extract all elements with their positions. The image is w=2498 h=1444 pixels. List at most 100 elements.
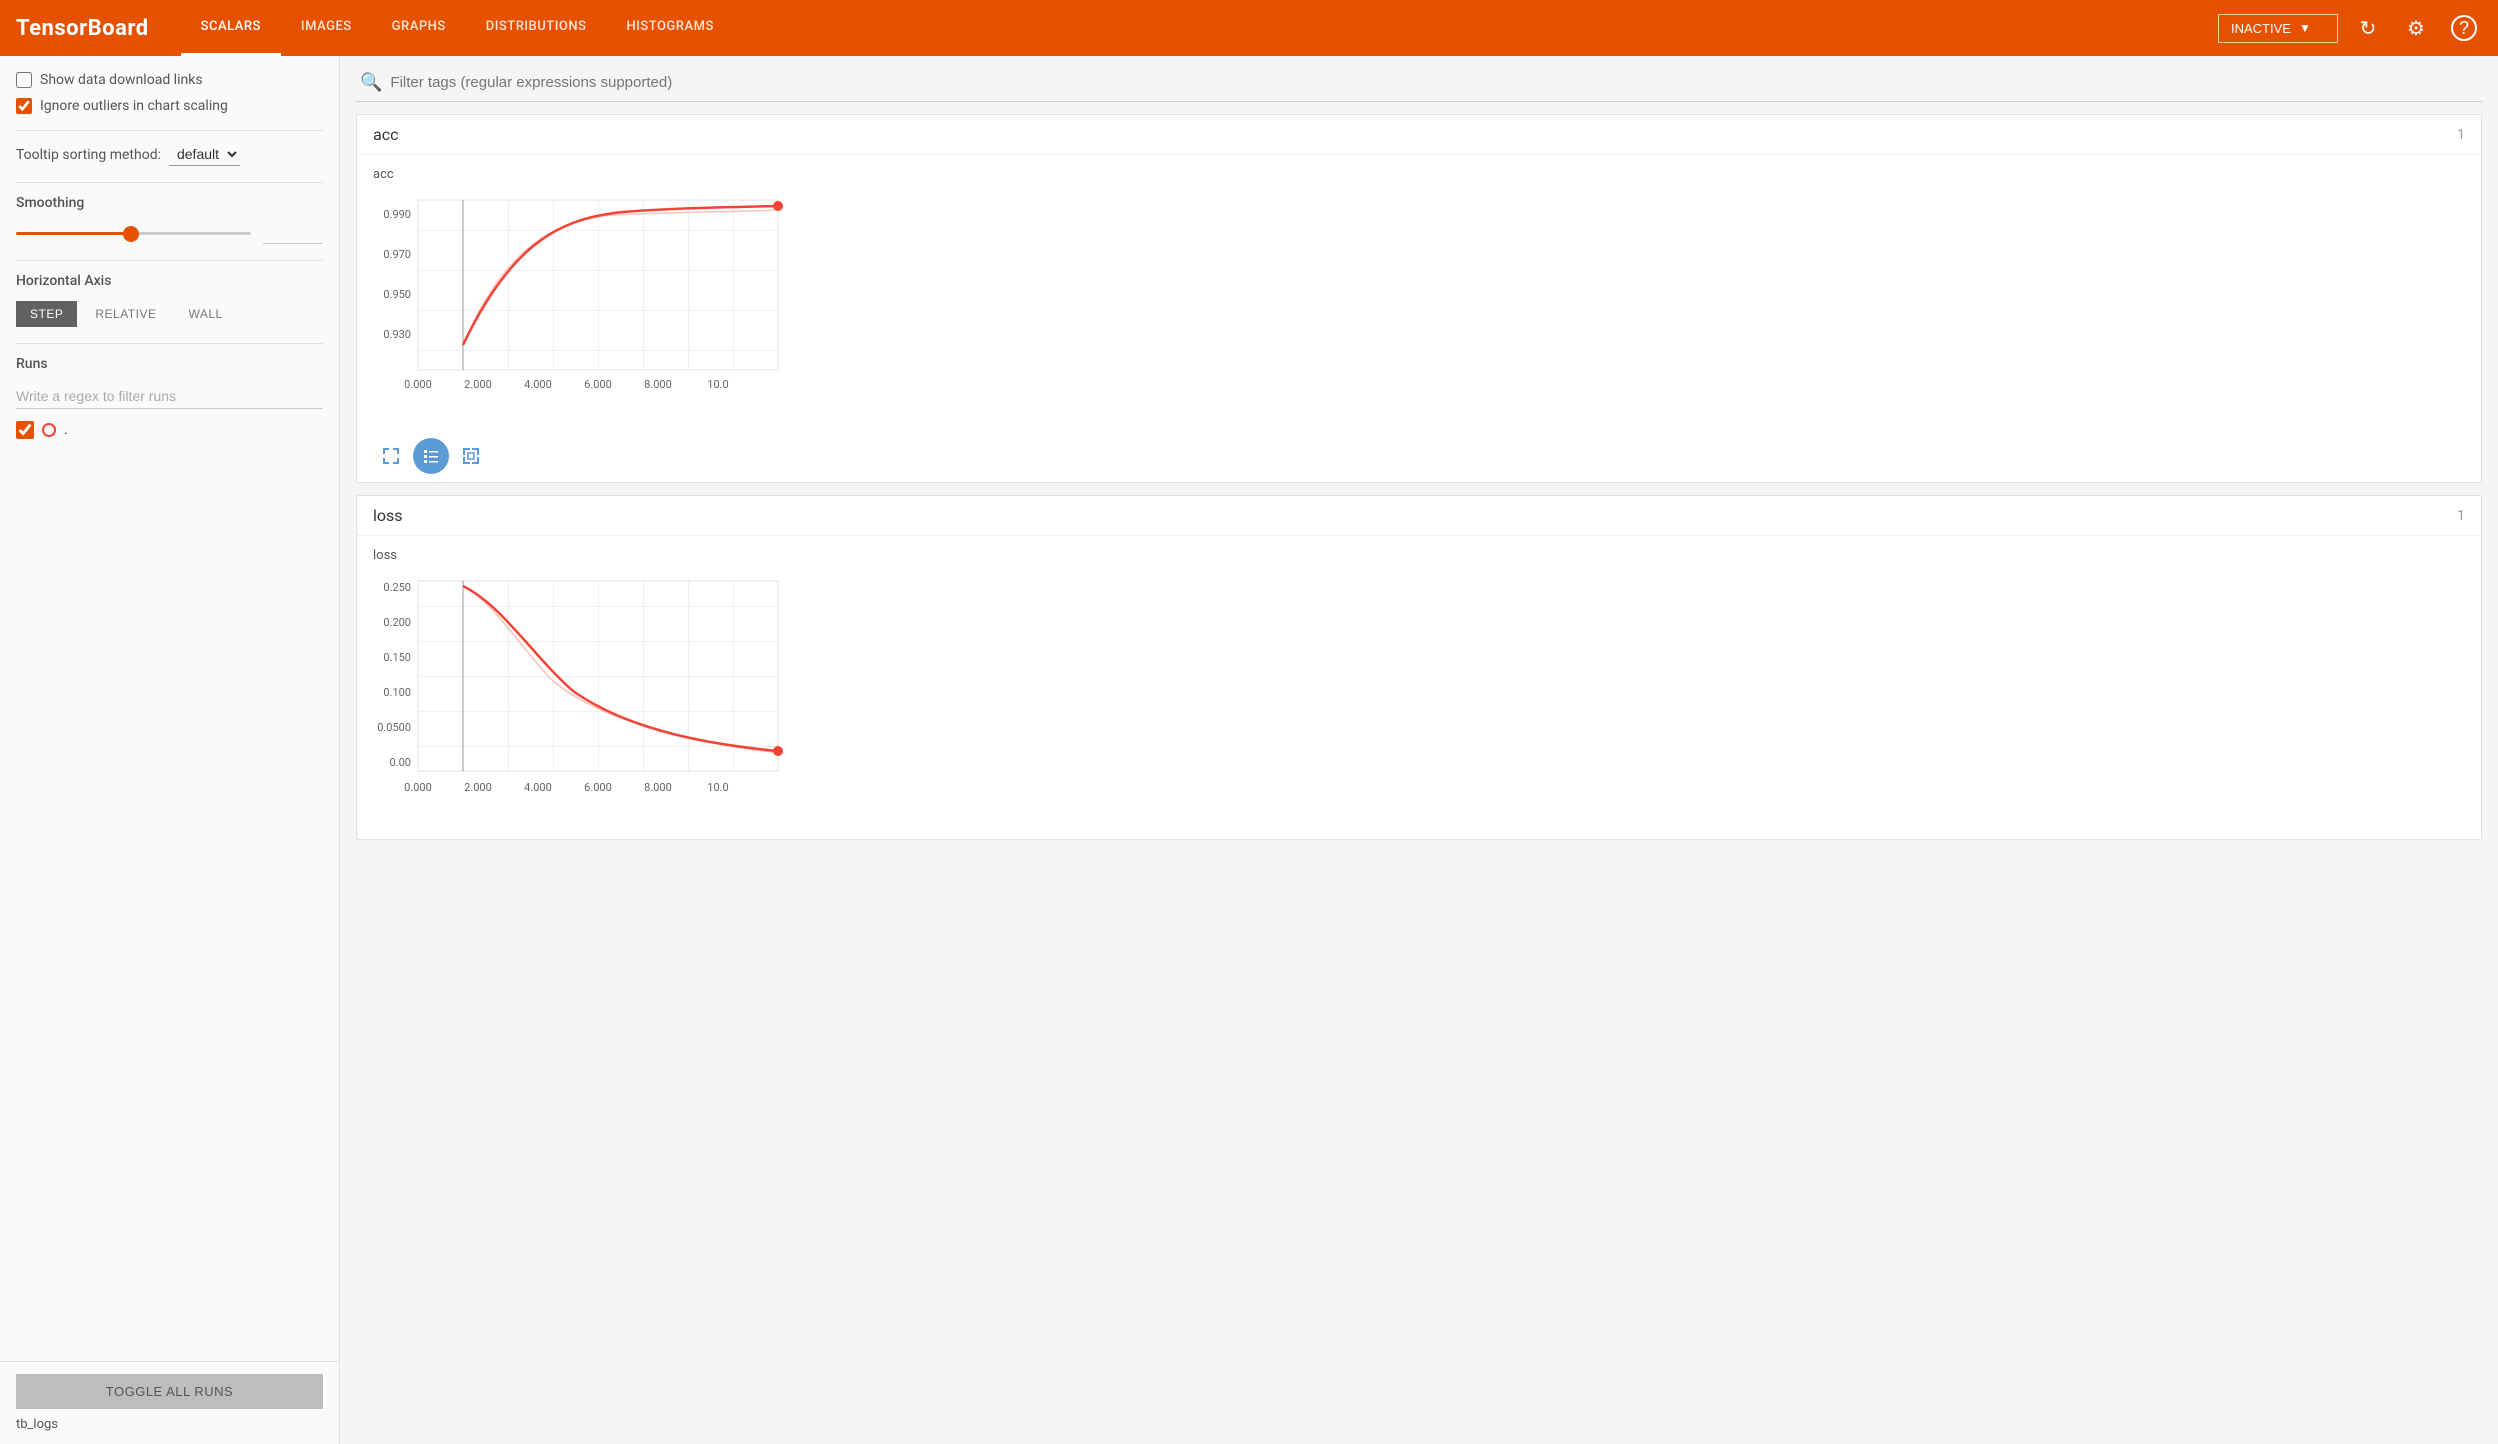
svg-text:0.970: 0.970 — [383, 248, 411, 261]
axis-buttons: STEP RELATIVE WALL — [16, 301, 323, 327]
acc-legend-button[interactable] — [413, 438, 449, 474]
loss-card-body: loss 0.250 0.200 0.150 0.100 0.050 — [357, 536, 2481, 839]
settings-icon: ⚙ — [2407, 16, 2425, 41]
svg-text:0.000: 0.000 — [404, 378, 432, 391]
logo-text: TensorBoard — [16, 16, 149, 41]
show-download-row[interactable]: Show data download links — [16, 72, 323, 88]
tooltip-label: Tooltip sorting method: — [16, 147, 161, 163]
svg-text:2.000: 2.000 — [464, 781, 492, 794]
smoothing-row: 0,489 — [16, 223, 323, 244]
svg-text:0.250: 0.250 — [383, 581, 411, 594]
loss-card-title: loss — [373, 506, 403, 525]
svg-text:2.000: 2.000 — [464, 378, 492, 391]
help-button[interactable]: ? — [2446, 10, 2482, 46]
inactive-dropdown[interactable]: INACTIVE ▼ — [2218, 14, 2338, 43]
axis-relative-button[interactable]: RELATIVE — [81, 301, 170, 327]
axis-wall-button[interactable]: WALL — [174, 301, 236, 327]
loss-chart-card: loss 1 loss 0.250 0.200 0.15 — [356, 495, 2482, 840]
inactive-label: INACTIVE — [2231, 21, 2291, 36]
app-logo: TensorBoard — [16, 16, 149, 41]
nav-distributions[interactable]: DISTRIBUTIONS — [466, 0, 607, 56]
svg-text:4.000: 4.000 — [524, 378, 552, 391]
svg-text:0.950: 0.950 — [383, 288, 411, 301]
svg-text:4.000: 4.000 — [524, 781, 552, 794]
ignore-outliers-label: Ignore outliers in chart scaling — [40, 98, 228, 114]
svg-text:10.0: 10.0 — [707, 378, 728, 391]
settings-button[interactable]: ⚙ — [2398, 10, 2434, 46]
acc-fit-axes-button[interactable] — [373, 438, 409, 474]
show-download-checkbox[interactable] — [16, 72, 32, 88]
divider-3 — [16, 260, 323, 261]
acc-card-body: acc 0.990 0.970 0.950 0.930 — [357, 155, 2481, 482]
search-icon: 🔍 — [360, 72, 382, 93]
acc-svg: 0.990 0.970 0.950 0.930 — [373, 190, 793, 430]
nav-graphs[interactable]: GRAPHS — [372, 0, 466, 56]
loss-svg: 0.250 0.200 0.150 0.100 0.0500 0.00 — [373, 571, 793, 831]
svg-text:0.00: 0.00 — [390, 756, 411, 769]
app-header: TensorBoard SCALARS IMAGES GRAPHS DISTRI… — [0, 0, 2498, 56]
loss-chart-area: 0.250 0.200 0.150 0.100 0.0500 0.00 — [373, 571, 2465, 831]
loss-card-header: loss 1 — [357, 496, 2481, 536]
divider-4 — [16, 343, 323, 344]
header-right: INACTIVE ▼ ↻ ⚙ ? — [2218, 10, 2482, 46]
legend-icon — [421, 446, 441, 466]
smoothing-section: Smoothing 0,489 — [16, 195, 323, 244]
svg-text:8.000: 8.000 — [644, 781, 672, 794]
acc-card-header: acc 1 — [357, 115, 2481, 155]
acc-inner-title: acc — [373, 167, 2465, 182]
svg-text:6.000: 6.000 — [584, 781, 612, 794]
run-color-circle — [42, 423, 56, 437]
tag-filter-input[interactable] — [390, 74, 2478, 91]
axis-step-button[interactable]: STEP — [16, 301, 77, 327]
runs-section: Runs . — [16, 356, 323, 439]
runs-title: Runs — [16, 356, 323, 372]
main-content: 🔍 acc 1 acc — [340, 56, 2498, 1444]
nav-histograms[interactable]: HISTOGRAMS — [606, 0, 733, 56]
acc-zoom-button[interactable] — [453, 438, 489, 474]
acc-chart-area: 0.990 0.970 0.950 0.930 — [373, 190, 2465, 430]
refresh-icon: ↻ — [2360, 16, 2377, 41]
tooltip-section: Tooltip sorting method: default — [16, 143, 323, 166]
acc-chart-card: acc 1 acc 0.990 0.970 — [356, 114, 2482, 483]
smoothing-title: Smoothing — [16, 195, 323, 211]
svg-text:0.930: 0.930 — [383, 328, 411, 341]
runs-filter-input[interactable] — [16, 384, 323, 409]
show-download-label: Show data download links — [40, 72, 203, 88]
acc-chart-controls — [373, 438, 2465, 474]
horizontal-axis-title: Horizontal Axis — [16, 273, 323, 289]
svg-text:0.200: 0.200 — [383, 616, 411, 629]
acc-card-title: acc — [373, 125, 398, 144]
svg-text:0.100: 0.100 — [383, 686, 411, 699]
main-nav: SCALARS IMAGES GRAPHS DISTRIBUTIONS HIST… — [181, 0, 2218, 56]
svg-text:10.0: 10.0 — [707, 781, 728, 794]
svg-text:0.150: 0.150 — [383, 651, 411, 664]
nav-scalars[interactable]: SCALARS — [181, 0, 281, 56]
run-checkbox[interactable] — [16, 421, 34, 439]
loss-inner-title: loss — [373, 548, 2465, 563]
sidebar-footer: TOGGLE ALL RUNS tb_logs — [0, 1361, 339, 1444]
refresh-button[interactable]: ↻ — [2350, 10, 2386, 46]
smoothing-slider[interactable] — [16, 232, 251, 235]
tooltip-row: Tooltip sorting method: default — [16, 143, 323, 166]
tooltip-select[interactable]: default — [169, 143, 240, 166]
loss-card-count: 1 — [2457, 508, 2465, 524]
svg-text:0.000: 0.000 — [404, 781, 432, 794]
zoom-icon — [461, 446, 481, 466]
sidebar: Show data download links Ignore outliers… — [0, 56, 340, 1444]
toggle-all-runs-button[interactable]: TOGGLE ALL RUNS — [16, 1374, 323, 1409]
tb-logs-label: tb_logs — [16, 1417, 323, 1432]
divider-1 — [16, 130, 323, 131]
divider-2 — [16, 182, 323, 183]
nav-images[interactable]: IMAGES — [281, 0, 372, 56]
app-body: Show data download links Ignore outliers… — [0, 56, 2498, 1444]
fit-axes-icon — [381, 446, 401, 466]
acc-card-count: 1 — [2457, 127, 2465, 143]
sidebar-content: Show data download links Ignore outliers… — [0, 56, 339, 1361]
ignore-outliers-row[interactable]: Ignore outliers in chart scaling — [16, 98, 323, 114]
axis-section: Horizontal Axis STEP RELATIVE WALL — [16, 273, 323, 327]
svg-text:8.000: 8.000 — [644, 378, 672, 391]
run-name-label: . — [64, 422, 68, 438]
smoothing-value-input[interactable]: 0,489 — [263, 223, 323, 244]
help-icon: ? — [2451, 15, 2477, 41]
ignore-outliers-checkbox[interactable] — [16, 98, 32, 114]
